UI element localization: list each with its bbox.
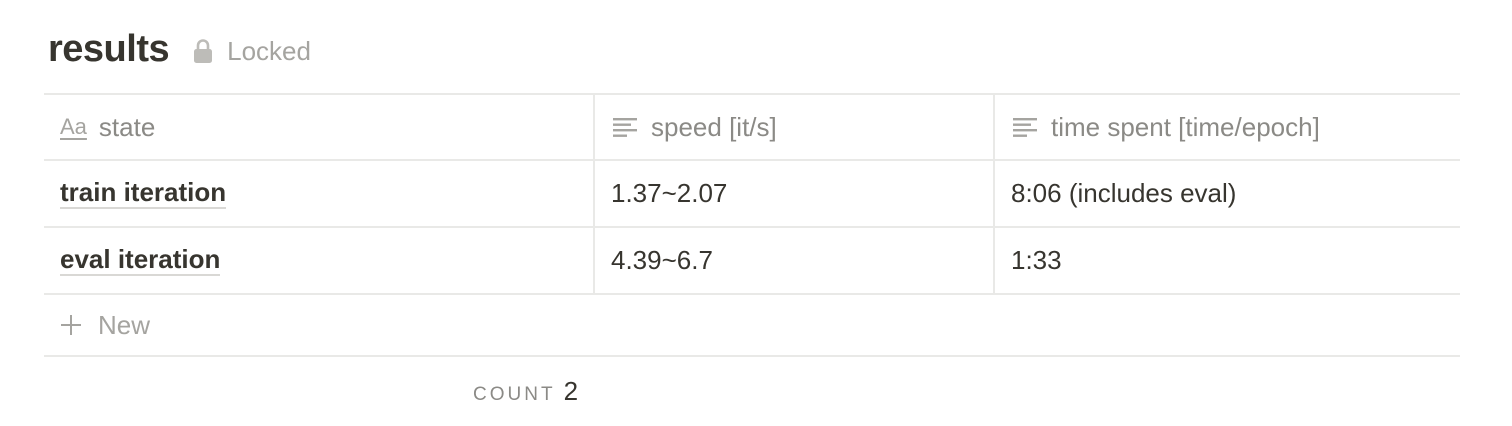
column-header-label: speed [it/s] bbox=[651, 111, 777, 142]
cell-time-spent[interactable]: 1:33 bbox=[995, 228, 1460, 293]
page-title: results bbox=[48, 27, 170, 70]
lock-icon bbox=[194, 39, 213, 63]
row-title-link[interactable]: eval iteration bbox=[60, 245, 221, 277]
locked-indicator[interactable]: Locked bbox=[193, 36, 311, 67]
table-row[interactable]: eval iteration 4.39~6.7 1:33 bbox=[44, 226, 1460, 293]
count-summary[interactable]: COUNT 2 bbox=[473, 376, 578, 407]
cell-speed[interactable]: 4.39~6.7 bbox=[595, 228, 995, 293]
database-table: Aa state speed [it/s] time spent [time/e… bbox=[44, 93, 1460, 357]
column-header-speed[interactable]: speed [it/s] bbox=[595, 95, 995, 159]
count-label: COUNT bbox=[473, 384, 556, 405]
new-row: New bbox=[44, 293, 1460, 357]
page-header: results Locked bbox=[48, 22, 311, 76]
cell-state[interactable]: eval iteration bbox=[44, 228, 595, 293]
new-row-button[interactable]: New bbox=[44, 295, 150, 355]
cell-time-value: 1:33 bbox=[1011, 245, 1062, 275]
column-header-label: state bbox=[98, 111, 156, 142]
cell-speed[interactable]: 1.37~2.07 bbox=[595, 161, 995, 226]
locked-label: Locked bbox=[227, 35, 311, 66]
cell-time-value: 8:06 (includes eval) bbox=[1011, 178, 1237, 208]
table-header-row: Aa state speed [it/s] time spent [time/e… bbox=[44, 93, 1460, 159]
plus-icon bbox=[61, 315, 81, 335]
column-header-time-spent[interactable]: time spent [time/epoch] bbox=[995, 95, 1460, 159]
column-header-label: time spent [time/epoch] bbox=[1051, 111, 1320, 142]
cell-speed-value: 4.39~6.7 bbox=[611, 245, 713, 275]
title-property-icon: Aa bbox=[60, 114, 87, 139]
cell-speed-value: 1.37~2.07 bbox=[611, 178, 728, 208]
row-title-link[interactable]: train iteration bbox=[60, 178, 227, 210]
text-property-icon bbox=[1013, 118, 1037, 137]
cell-time-spent[interactable]: 8:06 (includes eval) bbox=[995, 161, 1460, 226]
count-value: 2 bbox=[563, 376, 579, 406]
table-row[interactable]: train iteration 1.37~2.07 8:06 (includes… bbox=[44, 159, 1460, 226]
column-header-state[interactable]: Aa state bbox=[44, 95, 595, 159]
text-property-icon bbox=[613, 118, 637, 137]
cell-state[interactable]: train iteration bbox=[44, 161, 595, 226]
new-row-label: New bbox=[98, 309, 151, 340]
